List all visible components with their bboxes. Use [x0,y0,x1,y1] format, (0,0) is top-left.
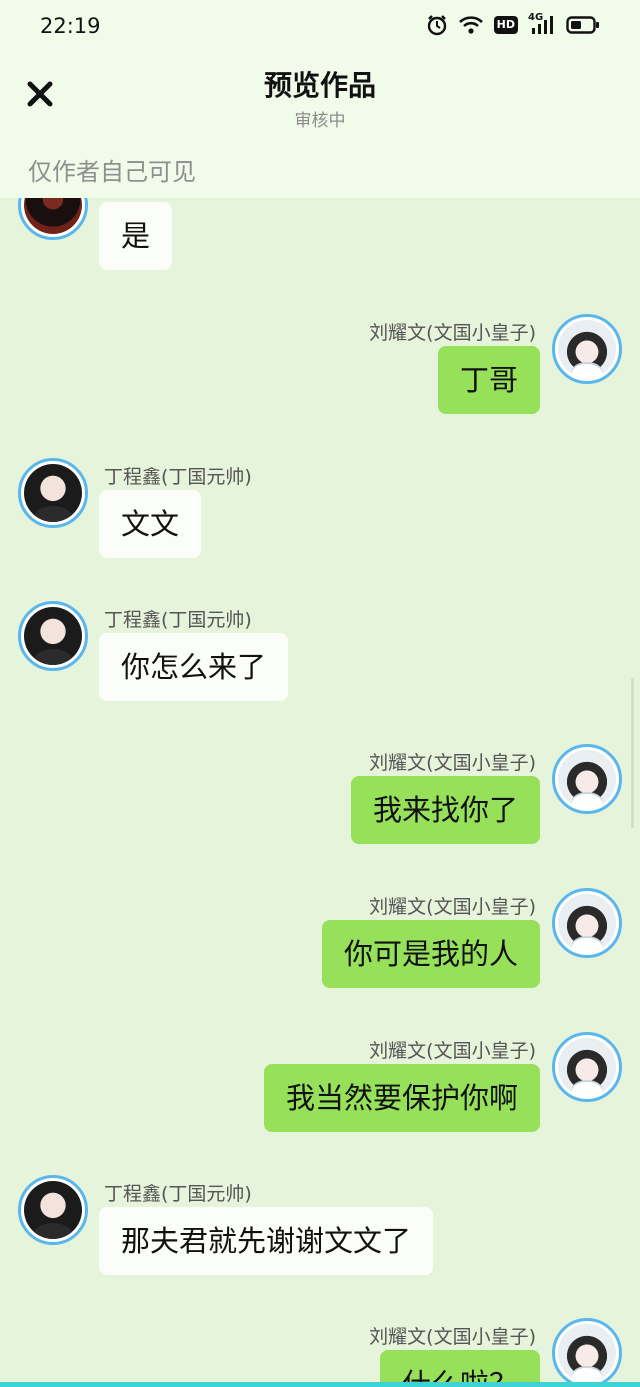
bottom-progress-bar [0,1382,640,1387]
avatar[interactable] [18,458,88,528]
avatar[interactable] [18,601,88,671]
battery-icon [566,15,600,35]
hd-icon: HD [493,16,518,34]
avatar[interactable] [18,1175,88,1245]
message-bubble[interactable]: 我来找你了 [350,776,540,844]
message-bubble[interactable]: 丁哥 [437,346,540,414]
review-status: 审核中 [294,111,346,131]
chat-area[interactable]: 是 刘耀文(文国小皇子) 丁哥 丁程鑫(丁国元帅) 文文 丁程鑫(丁国元帅) 你… [0,198,640,1387]
sender-name: 丁程鑫(丁国元帅) [104,1183,252,1205]
top-bar: 22:19 HD 4G 预览作品 审核中 仅作者自己可见 [0,0,640,198]
sender-name: 丁程鑫(丁国元帅) [104,466,252,488]
avatar[interactable] [552,1032,622,1102]
message-bubble[interactable]: 你怎么来了 [99,633,289,701]
sender-name: 刘耀文(文国小皇子) [369,752,536,774]
sender-name: 丁程鑫(丁国元帅) [104,609,252,631]
message-bubble[interactable]: 那夫君就先谢谢文文了 [99,1207,434,1275]
alarm-icon [426,14,448,36]
message-bubble[interactable]: 我当然要保护你啊 [263,1064,540,1132]
sender-name: 刘耀文(文国小皇子) [369,1040,536,1062]
page-title: 预览作品 [263,69,376,102]
message-bubble[interactable]: 文文 [99,490,202,558]
scroll-indicator[interactable] [631,678,634,828]
visibility-note: 仅作者自己可见 [28,158,196,186]
avatar[interactable] [552,314,622,384]
avatar[interactable] [552,1318,622,1387]
message-bubble[interactable]: 你可是我的人 [321,920,540,988]
status-time: 22:19 [40,14,101,38]
avatar[interactable] [18,198,88,240]
sender-name: 刘耀文(文国小皇子) [369,1326,536,1348]
status-icons: HD 4G [426,12,600,36]
avatar[interactable] [552,744,622,814]
signal-icon: 4G [528,12,556,36]
sender-name: 刘耀文(文国小皇子) [369,322,536,344]
message-bubble[interactable]: 是 [99,202,173,270]
avatar[interactable] [552,888,622,958]
sender-name: 刘耀文(文国小皇子) [369,896,536,918]
wifi-icon [458,15,484,35]
